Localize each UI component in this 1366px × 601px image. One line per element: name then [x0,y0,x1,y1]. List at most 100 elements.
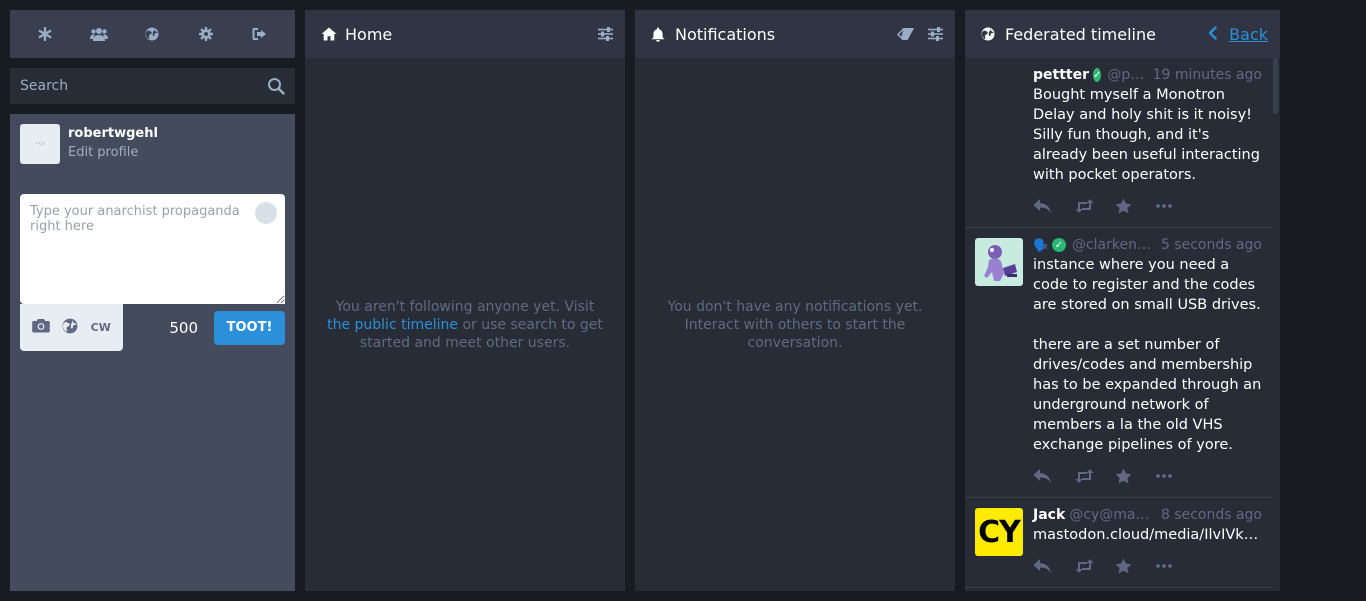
status-item[interactable]: 🗣️ ✓ @clarkencielle 5 seconds ago instan… [965,228,1272,498]
column-settings-button[interactable] [598,27,613,41]
compose-panel: ·‹› robertwgehl Edit profile 😂 CW [10,114,295,591]
reply-button[interactable] [1033,558,1074,574]
boost-button[interactable] [1074,469,1115,483]
favourite-button[interactable] [1115,558,1156,574]
account-handle[interactable]: @pettter@mastodon.social [1107,67,1152,83]
laughing-emoji-icon: 😂 [258,205,274,221]
star-icon [1115,198,1132,214]
home-column-header[interactable]: Home [305,10,625,58]
status-timestamp[interactable]: 5 seconds ago [1161,237,1262,253]
notifications-column: Notifications You don't have any notific… [635,10,955,591]
public-timeline-link[interactable]: the public timeline [327,317,458,333]
more-options-button[interactable] [1156,564,1197,568]
status-list[interactable]: pettter ✓ @pettter@mastodon.social 19 mi… [965,58,1280,591]
drawer: ·‹› robertwgehl Edit profile 😂 CW [10,10,295,591]
drawer-header [10,10,295,58]
avatar[interactable] [975,238,1023,286]
avatar[interactable]: ·‹› [20,124,60,164]
column-title: Home [345,24,393,44]
clear-notifications-button[interactable] [897,28,914,40]
scrollbar[interactable] [1273,58,1278,114]
column-settings-button[interactable] [928,27,943,41]
retweet-icon [1075,469,1094,483]
compose-form: 😂 CW 500 TOOT! [20,194,285,351]
character-counter: 500 [169,318,198,337]
status-timestamp[interactable]: 19 minutes ago [1153,67,1262,83]
compose-options: CW [20,304,123,351]
eraser-icon [897,28,914,40]
status-item[interactable]: CY Jack @cy@mastodon.cloud 8 seconds ago… [965,498,1272,588]
status-header: pettter ✓ @pettter@mastodon.social 19 mi… [1033,66,1262,84]
sliders-icon [598,27,613,41]
asterisk-icon [38,27,52,41]
verified-check-icon: ✓ [1093,68,1102,82]
sign-out-icon [252,28,267,40]
globe-icon [62,318,78,333]
favourite-button[interactable] [1115,468,1156,484]
display-name[interactable]: pettter [1033,67,1089,83]
status-content: instance where you need a code to regist… [1033,257,1262,453]
avatar-logo: CY [975,508,1023,556]
getting-started-button[interactable] [27,16,63,52]
toot-button[interactable]: TOOT! [214,310,285,345]
star-icon [1115,558,1132,574]
reply-button[interactable] [1033,468,1074,484]
reply-icon [1033,199,1051,213]
notifications-empty-message: You don't have any notifications yet. In… [667,299,923,351]
back-button[interactable]: Back [1208,24,1268,45]
gear-icon [199,27,214,41]
display-name[interactable]: 🗣️ [1033,238,1048,252]
ellipsis-icon [1156,204,1172,208]
preferences-button[interactable] [188,16,224,52]
more-options-button[interactable] [1156,474,1197,478]
privacy-dropdown-button[interactable] [62,318,78,338]
edit-profile-link[interactable]: Edit profile [68,145,158,160]
status-actions [1033,465,1262,487]
federated-timeline-column: Federated timeline Back pettter ✓ @pettt… [965,10,1280,591]
account-handle[interactable]: @cy@mastodon.cloud [1069,507,1153,523]
star-icon [1115,468,1132,484]
content-warning-button[interactable]: CW [91,321,111,334]
username: robertwgehl [68,126,158,141]
status-actions [1033,555,1262,577]
boost-button[interactable] [1074,199,1115,213]
federated-timeline-button[interactable] [134,16,170,52]
status-item[interactable]: pettter ✓ @pettter@mastodon.social 19 mi… [965,58,1272,228]
sliders-icon [928,27,943,41]
search-box [10,68,295,104]
avatar[interactable]: CY [975,508,1023,556]
reply-button[interactable] [1033,198,1074,214]
account-handle[interactable]: @clarkencielle [1072,237,1156,253]
retweet-icon [1075,559,1094,573]
status-content[interactable]: mastodon.cloud/media/IlvIVk-TI... [1033,525,1262,545]
home-column: Home You aren't following anyone yet. Vi… [305,10,625,591]
compose-actions: CW 500 TOOT! [20,304,285,351]
chevron-left-icon [1208,24,1217,45]
retweet-icon [1075,199,1094,213]
search-input[interactable] [10,68,295,104]
empty-text: You aren't following anyone yet. Visit [335,299,595,315]
notifications-column-header[interactable]: Notifications [635,10,955,58]
boost-button[interactable] [1074,559,1115,573]
status-header: 🗣️ ✓ @clarkencielle 5 seconds ago [1033,236,1262,254]
status-content: Bought myself a Monotron Delay and holy … [1033,87,1265,183]
home-icon [321,27,339,41]
upload-media-button[interactable] [32,318,50,337]
users-icon [89,28,108,41]
favourite-button[interactable] [1115,198,1156,214]
logout-button[interactable] [242,16,278,52]
more-options-button[interactable] [1156,204,1197,208]
verified-check-icon: ✓ [1051,238,1066,252]
column-title: Notifications [675,24,776,44]
search-icon[interactable] [267,77,285,95]
globe-icon [981,27,999,41]
navigation-bar: ·‹› robertwgehl Edit profile [20,124,285,174]
globe-icon [145,27,159,41]
local-timeline-button[interactable] [81,16,117,52]
ellipsis-icon [1156,564,1172,568]
compose-textarea[interactable] [20,194,285,304]
display-name[interactable]: Jack [1033,507,1065,523]
status-timestamp[interactable]: 8 seconds ago [1161,507,1262,523]
federated-column-header[interactable]: Federated timeline Back [965,10,1280,58]
emoji-picker-button[interactable]: 😂 [255,202,277,224]
